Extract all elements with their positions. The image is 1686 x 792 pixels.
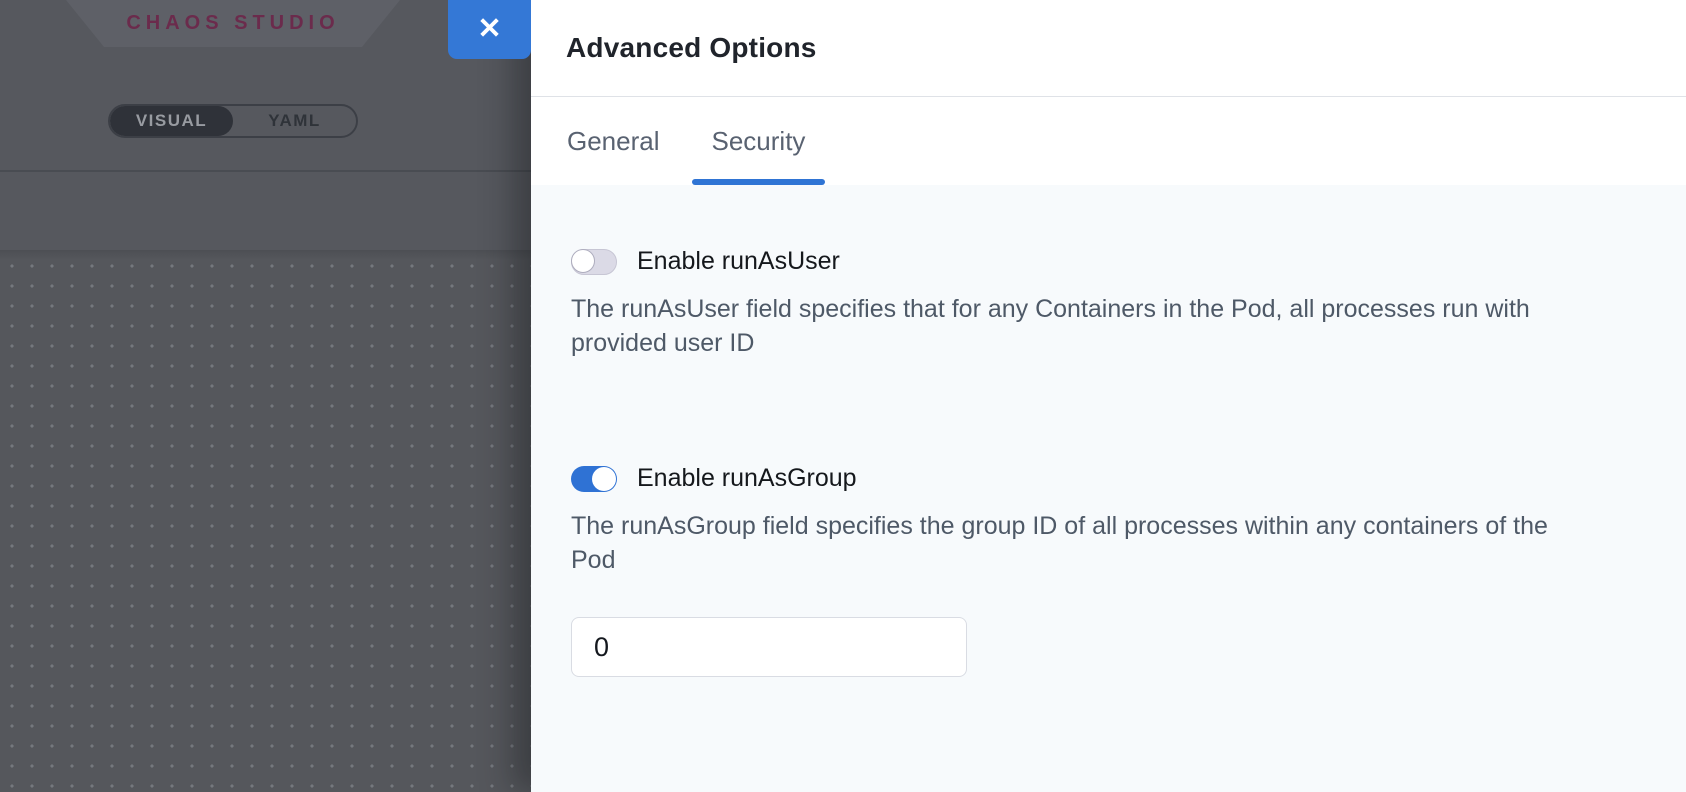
mode-option-visual[interactable]: VISUAL [110,106,233,136]
mode-toggle[interactable]: VISUAL YAML [108,104,358,138]
brand-title: CHAOS STUDIO [126,12,339,35]
brand-banner: CHAOS STUDIO [66,0,400,47]
tab-bar: General Security [531,97,1686,185]
runasgroup-toggle[interactable] [571,466,617,492]
panel-title: Advanced Options [566,32,817,64]
runasuser-description: The runAsUser field specifies that for a… [571,292,1591,360]
mode-option-yaml[interactable]: YAML [233,106,356,136]
tab-general[interactable]: General [547,97,680,185]
runasuser-toggle[interactable] [571,249,617,275]
fields-spacer [571,360,1646,464]
runasgroup-field-row: Enable runAsGroup [571,464,1646,493]
advanced-options-panel: Advanced Options General Security Enable… [531,0,1686,792]
runasgroup-description: The runAsGroup field specifies the group… [571,509,1591,577]
runasgroup-value-input[interactable] [571,617,967,677]
runasgroup-toggle-label: Enable runAsGroup [637,464,857,493]
toggle-knob [571,249,595,273]
tab-security[interactable]: Security [692,97,826,185]
toggle-knob [592,467,616,491]
close-icon: ✕ [477,15,501,44]
security-tab-content: Enable runAsUser The runAsUser field spe… [531,185,1686,792]
drawer-close-button[interactable]: ✕ [448,0,531,59]
runasuser-field-row: Enable runAsUser [571,247,1646,276]
runasuser-toggle-label: Enable runAsUser [637,247,840,276]
panel-header: Advanced Options [531,0,1686,97]
